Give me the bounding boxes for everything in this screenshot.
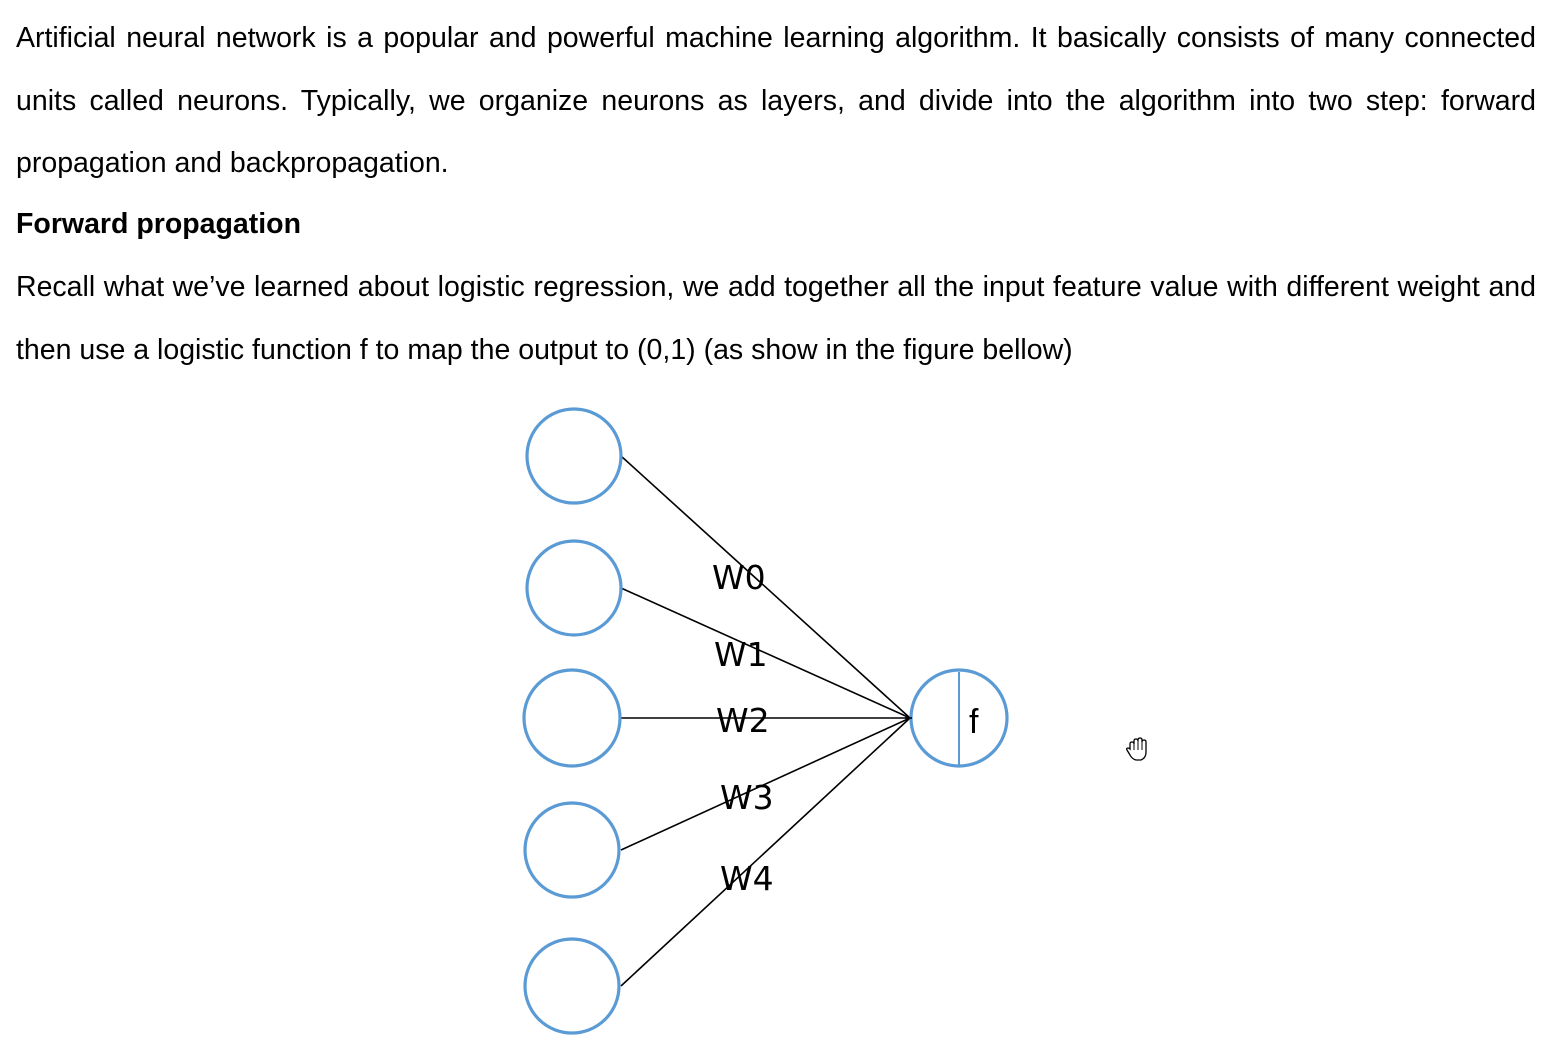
weight-label-w2: W2 [716,701,770,740]
input-neuron-1 [525,539,623,637]
weight-label-w3: W3 [720,778,774,817]
input-neuron-4 [523,937,621,1035]
weight-label-w0: W0 [712,558,766,597]
connection-line-4 [620,717,911,987]
weight-label-w4: W4 [720,859,774,898]
hand-cursor-icon [1126,737,1147,761]
output-function-label: f [969,703,979,741]
input-neuron-2 [522,668,622,768]
neural-network-figure: f W0 W1 W2 W3 W4 [522,407,1009,1035]
input-neuron-3 [523,801,621,899]
input-neuron-0 [525,407,623,505]
weight-label-w1: W1 [714,635,768,674]
